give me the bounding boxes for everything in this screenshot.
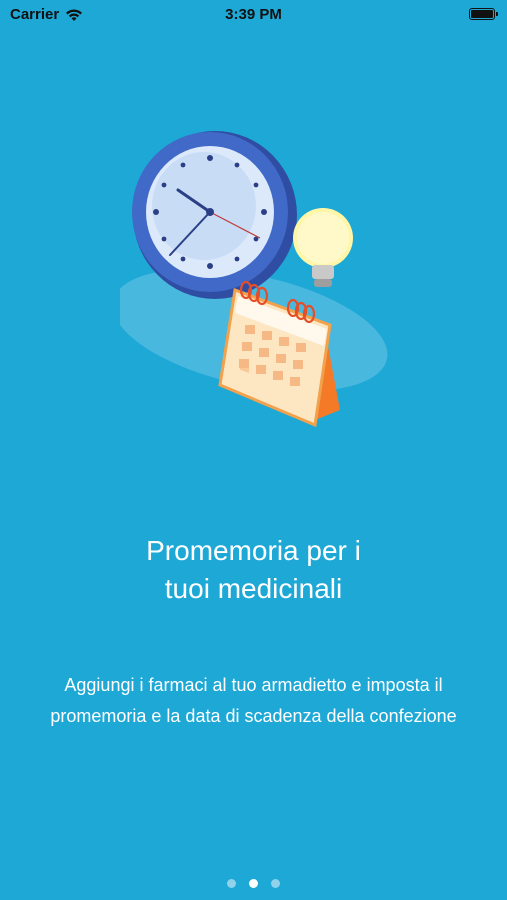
page-dot-2-active[interactable] — [249, 879, 258, 888]
status-bar: Carrier 3:39 PM — [0, 0, 507, 28]
page-indicator[interactable] — [0, 879, 507, 888]
page-dot-1[interactable] — [227, 879, 236, 888]
status-time: 3:39 PM — [225, 6, 282, 23]
lightbulb-icon — [293, 208, 353, 287]
onboarding-description: Aggiungi i farmaci al tuo armadietto e i… — [50, 675, 457, 726]
clock-icon — [132, 131, 297, 299]
onboarding-title: Promemoria per i tuoi medicinali — [146, 535, 361, 604]
battery-icon — [469, 8, 498, 20]
page-dot-3[interactable] — [271, 879, 280, 888]
onboarding-illustration — [120, 131, 388, 428]
